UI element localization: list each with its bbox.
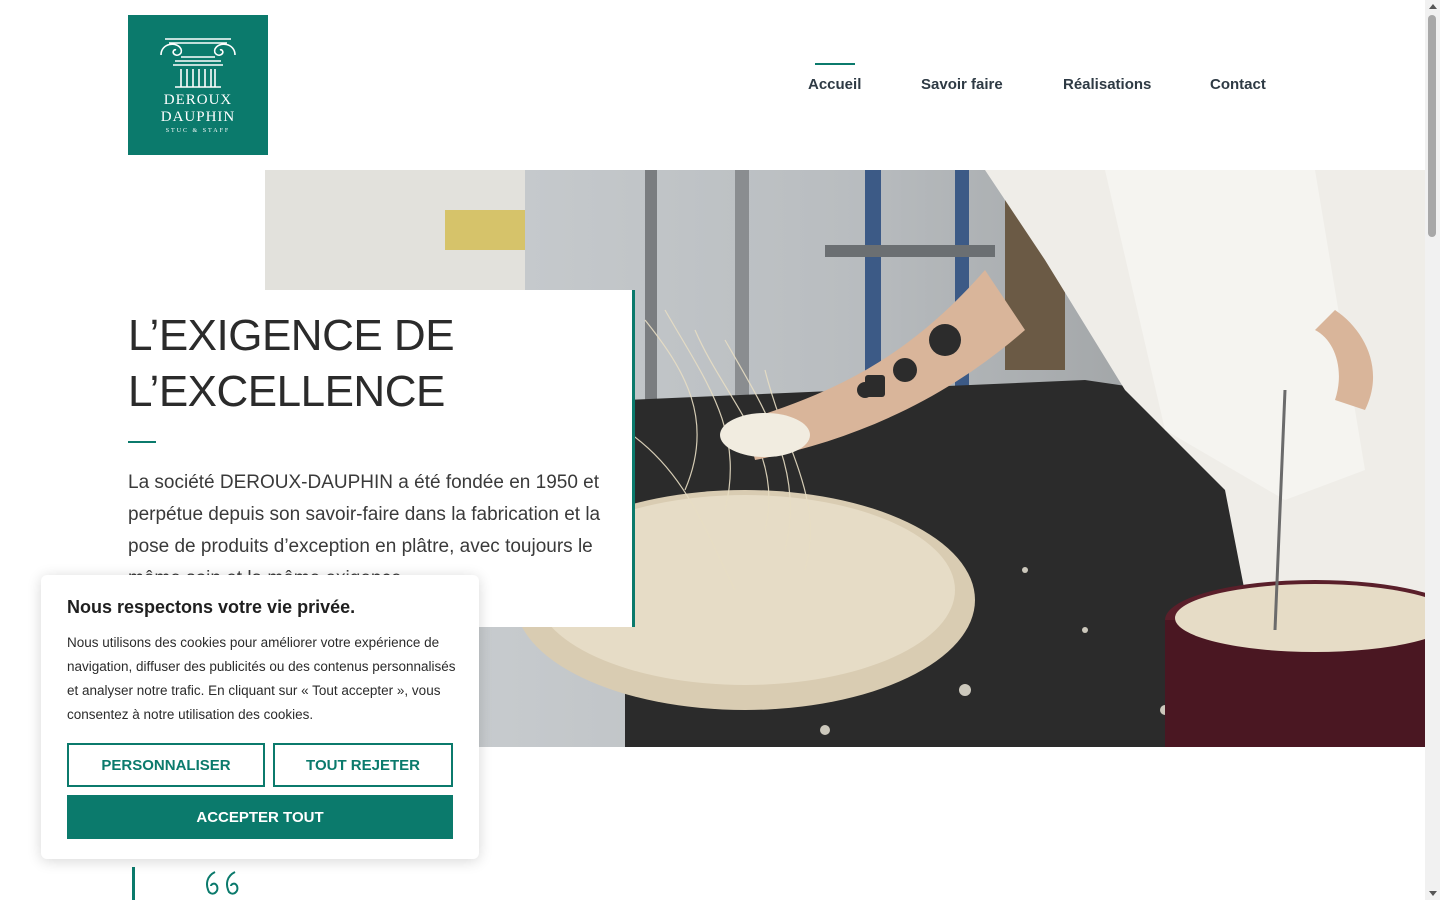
scroll-up-arrow-icon[interactable] [1429, 4, 1437, 9]
ionic-capital-icon [160, 38, 236, 88]
cookie-customize-button[interactable]: PERSONNALISER [67, 743, 265, 787]
scroll-down-arrow-icon[interactable] [1429, 891, 1437, 896]
scrollbar-thumb[interactable] [1428, 15, 1436, 237]
cookie-body: Nous utilisons des cookies pour améliore… [67, 635, 456, 722]
nav-active-indicator [815, 63, 855, 65]
hero-title-line-1: L’EXIGENCE DE [128, 311, 455, 360]
nav-item-savoir-faire[interactable]: Savoir faire [921, 76, 1003, 93]
nav-item-contact[interactable]: Contact [1210, 76, 1266, 93]
hero-title: L’EXIGENCE DE L’EXCELLENCE [128, 308, 608, 420]
logo-line-1: DEROUX [163, 92, 233, 108]
quote-icon [206, 871, 239, 895]
hero-separator [128, 441, 156, 443]
cookie-reject-button[interactable]: TOUT REJETER [273, 743, 453, 787]
cookie-accept-button[interactable]: ACCEPTER TOUT [67, 795, 453, 839]
logo-line-3: STUC & STAFF [165, 128, 231, 134]
logo-line-2: DAUPHIN [160, 109, 236, 125]
nav-item-accueil[interactable]: Accueil [808, 76, 861, 93]
cookie-title: Nous respectons votre vie privée. [67, 597, 356, 617]
main-nav: Accueil Savoir faire Réalisations Contac… [790, 63, 1290, 103]
cookie-consent-banner: Nous respectons votre vie privée. Nous u… [41, 575, 479, 859]
quote-accent-bar [132, 867, 135, 900]
hero-card-accent [632, 290, 635, 627]
page-scrollbar[interactable] [1425, 0, 1440, 900]
nav-item-realisations[interactable]: Réalisations [1063, 76, 1151, 93]
hero-description: La société DEROUX-DAUPHIN a été fondée e… [128, 472, 601, 577]
site-logo[interactable]: DEROUX DAUPHIN STUC & STAFF [128, 15, 268, 155]
hero-title-line-2: L’EXCELLENCE [128, 367, 445, 416]
